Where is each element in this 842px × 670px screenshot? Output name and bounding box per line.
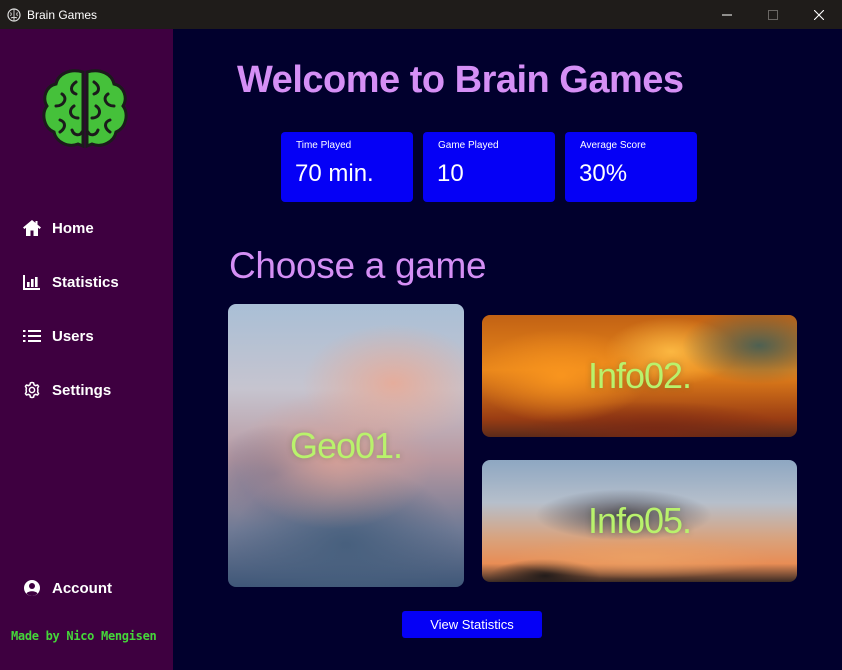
sidebar-item-home[interactable]: Home — [22, 216, 94, 240]
view-statistics-button[interactable]: View Statistics — [402, 611, 542, 638]
game-card-info02[interactable]: Info02. — [482, 315, 797, 437]
maximize-icon[interactable] — [750, 0, 796, 29]
sidebar-item-label: Users — [52, 327, 94, 345]
bar-chart-icon — [22, 272, 42, 292]
main-content: Welcome to Brain Games Time Played 70 mi… — [173, 29, 842, 670]
gear-icon — [22, 380, 42, 400]
window-title: Brain Games — [27, 7, 98, 22]
brain-logo-icon — [40, 66, 130, 150]
sidebar-item-label: Statistics — [52, 273, 119, 291]
game-card-geo01[interactable]: Geo01. — [228, 304, 464, 587]
sidebar-item-label: Account — [52, 579, 112, 597]
stat-value: 70 min. — [295, 160, 374, 187]
sidebar-item-account[interactable]: Account — [22, 576, 112, 600]
minimize-icon[interactable] — [704, 0, 750, 29]
sidebar-item-label: Home — [52, 219, 94, 237]
stat-value: 10 — [437, 160, 464, 187]
stat-card-average-score: Average Score 30% — [565, 132, 697, 202]
stat-label: Time Played — [296, 140, 352, 151]
game-card-label: Geo01. — [289, 424, 403, 466]
list-icon — [22, 326, 42, 346]
sidebar-item-statistics[interactable]: Statistics — [22, 270, 119, 294]
stat-label: Game Played — [438, 140, 499, 151]
stat-value: 30% — [579, 160, 628, 187]
title-bar: Brain Games — [0, 0, 842, 29]
sidebar: Home Statistics Users Settings Account M… — [0, 29, 173, 670]
stat-card-games-played: Game Played 10 — [423, 132, 555, 202]
game-card-label: Info05. — [587, 500, 692, 541]
section-title: Choose a game — [229, 245, 487, 286]
app-window: Brain Games Home Statistics Users Settin… — [0, 0, 842, 670]
window-controls — [704, 0, 842, 29]
close-icon[interactable] — [796, 0, 842, 29]
sidebar-item-settings[interactable]: Settings — [22, 378, 111, 402]
sidebar-item-label: Settings — [52, 381, 112, 399]
credits-text: Made by Nico Mengisen — [11, 629, 157, 643]
home-icon — [22, 218, 42, 238]
stat-card-time-played: Time Played 70 min. — [281, 132, 413, 202]
page-title: Welcome to Brain Games — [237, 59, 684, 101]
stat-label: Average Score — [580, 140, 646, 151]
user-circle-icon — [22, 578, 42, 598]
sidebar-item-users[interactable]: Users — [22, 324, 94, 348]
game-card-info05[interactable]: Info05. — [482, 460, 797, 582]
brain-app-icon — [6, 7, 21, 22]
game-card-label: Info02. — [587, 355, 692, 396]
